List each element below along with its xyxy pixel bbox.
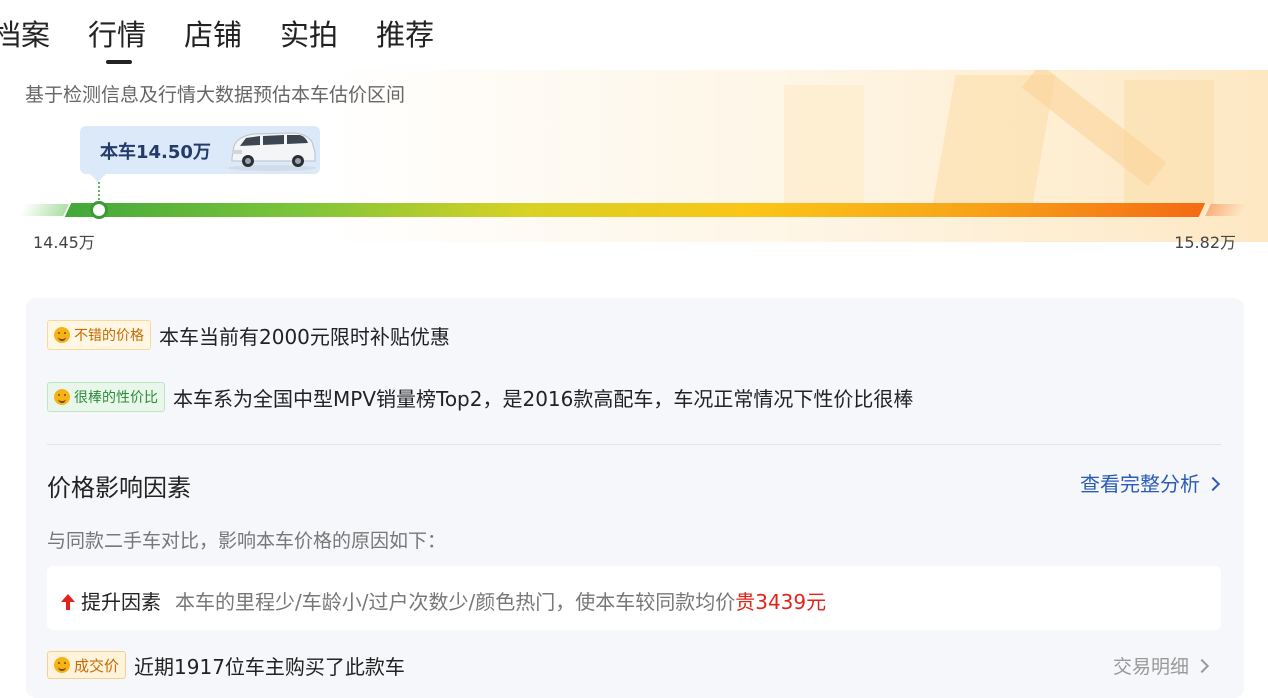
- tab-store[interactable]: 店铺: [184, 12, 242, 62]
- deal-text: 近期1917位车主购买了此款车: [134, 654, 405, 679]
- good-price-tag: 不错的价格: [47, 320, 151, 350]
- price-pointer: [98, 182, 102, 200]
- price-up-factor: 提升因素 本车的里程少/车龄小/过户次数少/颜色热门，使本车较同款均价 贵343…: [47, 566, 1221, 630]
- full-analysis-link[interactable]: 查看完整分析: [1080, 468, 1221, 497]
- bar-left-fade: [19, 204, 69, 216]
- tag-description: 本车系为全国中型MPV销量榜Top2，是2016款高配车，车况正常情况下性价比很…: [173, 386, 914, 411]
- divider: [47, 444, 1221, 445]
- banner-decoration: [784, 85, 864, 205]
- price-analysis-card: 不错的价格 本车当前有2000元限时补贴优惠 很棒的性价比 本车系为全国中型MP…: [26, 298, 1244, 698]
- tab-label: 推荐: [376, 18, 435, 52]
- factor-content: 提升因素 本车的里程少/车龄小/过户次数少/颜色热门，使本车较同款均价 贵343…: [61, 586, 826, 615]
- deal-price-tag: 成交价: [47, 651, 127, 679]
- grin-icon: [54, 389, 70, 405]
- great-value-tag: 很棒的性价比: [47, 382, 165, 412]
- range-max-label: 15.82万: [1174, 233, 1236, 252]
- chevron-right-icon: [1205, 476, 1221, 492]
- price-range-bar: [19, 201, 1247, 219]
- car-price-bubble: 本车14.50万: [80, 126, 320, 182]
- price-gradient-bar: [64, 203, 1206, 217]
- price-factors-subtitle: 与同款二手车对比，影响本车价格的原因如下：: [47, 530, 447, 552]
- tab-label: 实拍: [280, 18, 339, 52]
- factor-amount: 贵3439元: [735, 590, 827, 614]
- car-icon: [228, 132, 316, 171]
- deal-icon: [54, 657, 70, 673]
- smile-icon: [54, 327, 70, 343]
- valuation-subtitle: 基于检测信息及行情大数据预估本车估价区间: [25, 84, 406, 106]
- tab-label: 行情: [88, 18, 147, 52]
- tag-description: 本车当前有2000元限时补贴优惠: [159, 324, 450, 349]
- value-tag-row: 很棒的性价比 本车系为全国中型MPV销量榜Top2，是2016款高配车，车况正常…: [47, 382, 913, 412]
- tab-archive[interactable]: 档案: [0, 12, 50, 62]
- tab-label: 店铺: [184, 18, 243, 52]
- link-label: 查看完整分析: [1080, 472, 1200, 496]
- deal-detail-link[interactable]: 交易明细: [1112, 652, 1210, 679]
- tag-label: 成交价: [74, 656, 120, 675]
- tab-market[interactable]: 行情: [88, 12, 147, 64]
- price-tag-row: 不错的价格 本车当前有2000元限时补贴优惠: [47, 320, 450, 350]
- link-label: 交易明细: [1112, 655, 1189, 678]
- tab-recommend[interactable]: 推荐: [376, 12, 434, 62]
- price-factors-title: 价格影响因素: [47, 474, 191, 502]
- bar-right-fade: [1205, 204, 1247, 216]
- tag-label: 不错的价格: [74, 328, 144, 344]
- range-min-label: 14.45万: [33, 233, 95, 252]
- chevron-right-icon: [1194, 658, 1210, 673]
- tag-label: 很棒的性价比: [74, 390, 158, 406]
- factor-label: 提升因素: [81, 590, 161, 614]
- price-marker: [90, 201, 108, 219]
- tab-bar: 档案 行情 店铺 实拍 推荐: [0, 12, 472, 64]
- deal-row: 成交价 近期1917位车主购买了此款车 交易明细: [47, 650, 1221, 680]
- tab-label: 档案: [0, 18, 51, 52]
- factor-text: 本车的里程少/车龄小/过户次数少/颜色热门，使本车较同款均价: [175, 590, 736, 614]
- car-price-label: 本车14.50万: [100, 142, 211, 163]
- active-tab-indicator: [106, 60, 133, 64]
- tab-photos[interactable]: 实拍: [280, 12, 338, 62]
- arrow-up-icon: [61, 593, 75, 610]
